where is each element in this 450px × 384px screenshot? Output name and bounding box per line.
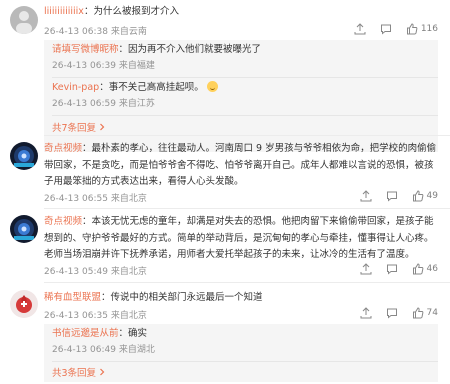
smile-emoji-icon — [206, 81, 218, 92]
comment-text: liiiiiiiiiiiix：为什么被报到才介入 — [44, 4, 438, 21]
share-icon — [354, 23, 366, 35]
comment-button[interactable] — [386, 190, 398, 202]
username[interactable]: 奇点视频 — [44, 216, 82, 227]
reply-username[interactable]: 请填写微博昵称 — [52, 44, 119, 55]
avatar[interactable] — [10, 142, 38, 170]
reply-1: 请填写微博昵称：因为再不介入他们就要被曝光了 26-4-13 06:39 来自福… — [52, 42, 430, 71]
comment-body: ：本该无忧无虑的童年，却满是对失去的恐惧。他把肉留下来偷偷带回家，是孩子能想到的… — [44, 216, 434, 260]
reply-divider — [52, 77, 438, 78]
like-count: 74 — [426, 308, 438, 318]
reply-box: 书信远邈是从前：确实 26-4-13 06:49 来自湖北 共3条回复 — [44, 324, 438, 382]
comment-actions: 49 — [360, 190, 438, 202]
comment-meta: 26-4-13 06:55 来自北京 — [44, 191, 147, 204]
comment-actions: 74 — [360, 307, 438, 319]
like-icon — [412, 307, 423, 319]
comment-4: 稀有血型联盟：传说中的相关部门永远最后一个知道 26-4-13 06:35 来自… — [0, 286, 450, 384]
comment-divider — [44, 282, 450, 283]
share-button[interactable] — [360, 263, 372, 275]
avatar[interactable] — [10, 6, 38, 34]
comment-actions: 116 — [354, 23, 438, 35]
comment-meta: 26-4-13 06:38 来自云南 — [44, 24, 147, 37]
comment-1: liiiiiiiiiiiix：为什么被报到才介入 26-4-13 06:38 来… — [0, 0, 450, 160]
comment-button[interactable] — [386, 263, 398, 275]
comment-icon — [386, 264, 397, 275]
comment-actions: 46 — [360, 263, 438, 275]
like-icon — [406, 23, 418, 35]
reply-timestamp: 26-4-13 06:49 — [52, 345, 116, 355]
reply-divider — [52, 361, 438, 362]
reply-username[interactable]: 书信远邈是从前 — [52, 328, 119, 339]
chevron-right-icon — [100, 368, 105, 376]
like-button[interactable]: 74 — [412, 307, 438, 319]
comment-divider — [44, 208, 450, 209]
comment-button[interactable] — [380, 23, 392, 35]
reply-2: Kevin-pap：事不关己高高挂起呗。 26-4-13 06:59 来自江苏 — [52, 80, 430, 109]
reply-1: 书信远邈是从前：确实 26-4-13 06:49 来自湖北 — [52, 326, 430, 355]
avatar[interactable] — [10, 215, 38, 243]
like-icon — [412, 263, 423, 275]
reply-location: 来自湖北 — [118, 345, 155, 355]
comment-meta: 26-4-13 05:49 来自北京 — [44, 264, 147, 277]
avatar[interactable] — [10, 290, 38, 318]
reply-username[interactable]: Kevin-pap — [52, 82, 99, 93]
like-count: 116 — [420, 24, 438, 34]
reply-body: ：确实 — [118, 328, 148, 339]
like-icon — [412, 190, 423, 202]
comment-body: ：最朴素的孝心，往往最动人。河南周口 9 岁男孩与爷爷相依为命，把学校的肉偷偷带… — [44, 143, 437, 187]
like-button[interactable]: 49 — [412, 190, 438, 202]
more-replies-link[interactable]: 共7条回复 — [52, 120, 106, 134]
share-button[interactable] — [354, 23, 366, 35]
comment-body: ：为什么被报到才介入 — [83, 6, 179, 17]
comment-icon — [386, 308, 397, 319]
comment-text: 奇点视频：最朴素的孝心，往往最动人。河南周口 9 岁男孩与爷爷相依为命，把学校的… — [44, 141, 438, 191]
share-icon — [360, 190, 372, 202]
reply-timestamp: 26-4-13 06:59 — [52, 99, 116, 109]
comment-text: 稀有血型联盟：传说中的相关部门永远最后一个知道 — [44, 290, 438, 307]
like-count: 49 — [426, 191, 438, 201]
like-button[interactable]: 116 — [406, 23, 438, 35]
timestamp: 26-4-13 06:38 — [44, 27, 108, 37]
timestamp: 26-4-13 06:35 — [44, 311, 108, 321]
share-button[interactable] — [360, 307, 372, 319]
location: 来自云南 — [110, 27, 147, 37]
username[interactable]: 奇点视频 — [44, 143, 82, 154]
reply-divider — [52, 115, 438, 116]
share-icon — [360, 307, 372, 319]
comment-icon — [386, 191, 397, 202]
location: 来自北京 — [110, 267, 147, 277]
like-count: 46 — [426, 264, 438, 274]
reply-body: ：因为再不介入他们就要被曝光了 — [118, 44, 262, 55]
comment-icon — [380, 24, 391, 35]
comment-body: ：传说中的相关部门永远最后一个知道 — [101, 292, 263, 303]
comment-divider — [44, 135, 450, 136]
reply-body: ：事不关己高高挂起呗。 — [99, 82, 204, 93]
location: 来自北京 — [110, 194, 147, 204]
comment-text: 奇点视频：本该无忧无虑的童年，却满是对失去的恐惧。他把肉留下来偷偷带回家，是孩子… — [44, 214, 438, 264]
username[interactable]: 稀有血型联盟 — [44, 292, 101, 303]
timestamp: 26-4-13 06:55 — [44, 194, 108, 204]
comment-meta: 26-4-13 06:35 来自北京 — [44, 308, 147, 321]
location: 来自北京 — [110, 311, 147, 321]
chevron-right-icon — [100, 123, 105, 131]
reply-location: 来自福建 — [118, 61, 155, 71]
reply-location: 来自江苏 — [118, 99, 155, 109]
timestamp: 26-4-13 05:49 — [44, 267, 108, 277]
share-button[interactable] — [360, 190, 372, 202]
comment-button[interactable] — [386, 307, 398, 319]
like-button[interactable]: 46 — [412, 263, 438, 275]
username[interactable]: liiiiiiiiiiiix — [44, 6, 84, 17]
share-icon — [360, 263, 372, 275]
reply-timestamp: 26-4-13 06:39 — [52, 61, 116, 71]
more-replies-link[interactable]: 共3条回复 — [52, 365, 106, 379]
